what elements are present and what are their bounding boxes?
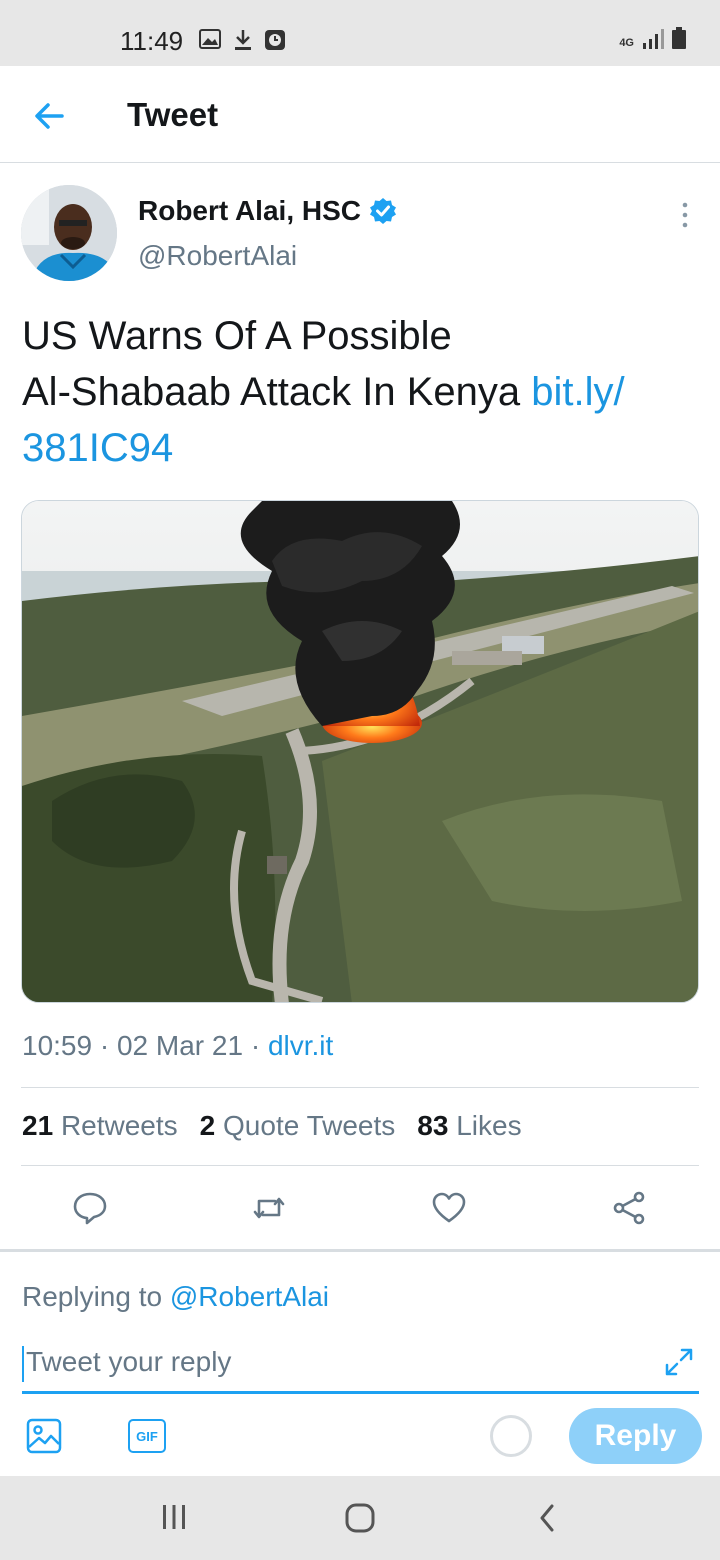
divider xyxy=(21,1087,699,1088)
tweet-link-cont[interactable]: 381IC94 xyxy=(22,426,173,470)
status-bar: 11:49 4G xyxy=(0,0,720,66)
clock-notification-icon xyxy=(265,30,285,50)
tweet-link[interactable]: bit.ly/ xyxy=(531,370,624,414)
tweet-source-link[interactable]: dlvr.it xyxy=(268,1030,333,1061)
tweet-photo[interactable] xyxy=(21,500,699,1003)
tweet-text: US Warns Of A Possible Al-Shabaab Attack… xyxy=(22,308,702,476)
more-options-icon[interactable] xyxy=(680,202,690,228)
retweets-stat[interactable]: 21 Retweets xyxy=(22,1110,178,1142)
tweet-text-line-1: US Warns Of A Possible xyxy=(22,314,452,358)
replying-to-handle[interactable]: @RobertAlai xyxy=(170,1281,329,1312)
back-arrow-icon[interactable] xyxy=(30,96,70,136)
gallery-notification-icon xyxy=(199,29,221,49)
retweet-icon[interactable] xyxy=(251,1190,287,1226)
battery-icon xyxy=(672,27,686,49)
system-nav-bar xyxy=(0,1476,720,1560)
author-name-row[interactable]: Robert Alai, HSC xyxy=(138,195,397,227)
character-count-ring xyxy=(490,1415,532,1457)
tweet-date: 02 Mar 21 xyxy=(116,1030,244,1061)
network-type: 4G xyxy=(619,37,634,49)
author-name[interactable]: Robert Alai, HSC xyxy=(138,195,361,227)
verified-badge-icon xyxy=(370,198,396,224)
tweet-actions xyxy=(0,1190,720,1230)
share-icon[interactable] xyxy=(611,1190,647,1226)
divider xyxy=(0,1249,720,1252)
author-handle[interactable]: @RobertAlai xyxy=(138,240,297,272)
reply-icon[interactable] xyxy=(72,1190,108,1226)
back-nav-icon[interactable] xyxy=(536,1502,558,1534)
signal-icon xyxy=(643,29,664,49)
tweet-time: 10:59 xyxy=(22,1030,93,1061)
avatar[interactable] xyxy=(21,185,117,281)
gif-icon[interactable]: GIF xyxy=(128,1419,166,1453)
recent-apps-icon[interactable] xyxy=(160,1502,188,1532)
home-icon[interactable] xyxy=(344,1502,376,1534)
like-heart-icon[interactable] xyxy=(431,1190,467,1226)
tweet-text-line-2: Al-Shabaab Attack In Kenya xyxy=(22,370,532,414)
divider xyxy=(21,1165,699,1166)
text-caret xyxy=(22,1346,24,1382)
quote-tweets-stat[interactable]: 2 Quote Tweets xyxy=(200,1110,396,1142)
reply-button[interactable]: Reply xyxy=(569,1408,702,1464)
expand-icon[interactable] xyxy=(663,1346,695,1378)
top-app-bar: Tweet xyxy=(0,66,720,163)
status-right: 4G xyxy=(619,27,686,49)
reply-input[interactable]: Tweet your reply xyxy=(22,1342,699,1394)
status-time: 11:49 xyxy=(120,26,184,56)
reply-placeholder: Tweet your reply xyxy=(26,1346,232,1377)
likes-stat[interactable]: 83 Likes xyxy=(417,1110,521,1142)
image-icon[interactable] xyxy=(26,1418,62,1454)
tweet-stats: 21 Retweets 2 Quote Tweets 83 Likes xyxy=(22,1110,522,1142)
tweet-timestamp: 10:59 · 02 Mar 21 · dlvr.it xyxy=(22,1030,334,1061)
replying-to: Replying to @RobertAlai xyxy=(22,1281,330,1312)
page-title: Tweet xyxy=(127,96,219,133)
download-notification-icon xyxy=(235,30,251,50)
